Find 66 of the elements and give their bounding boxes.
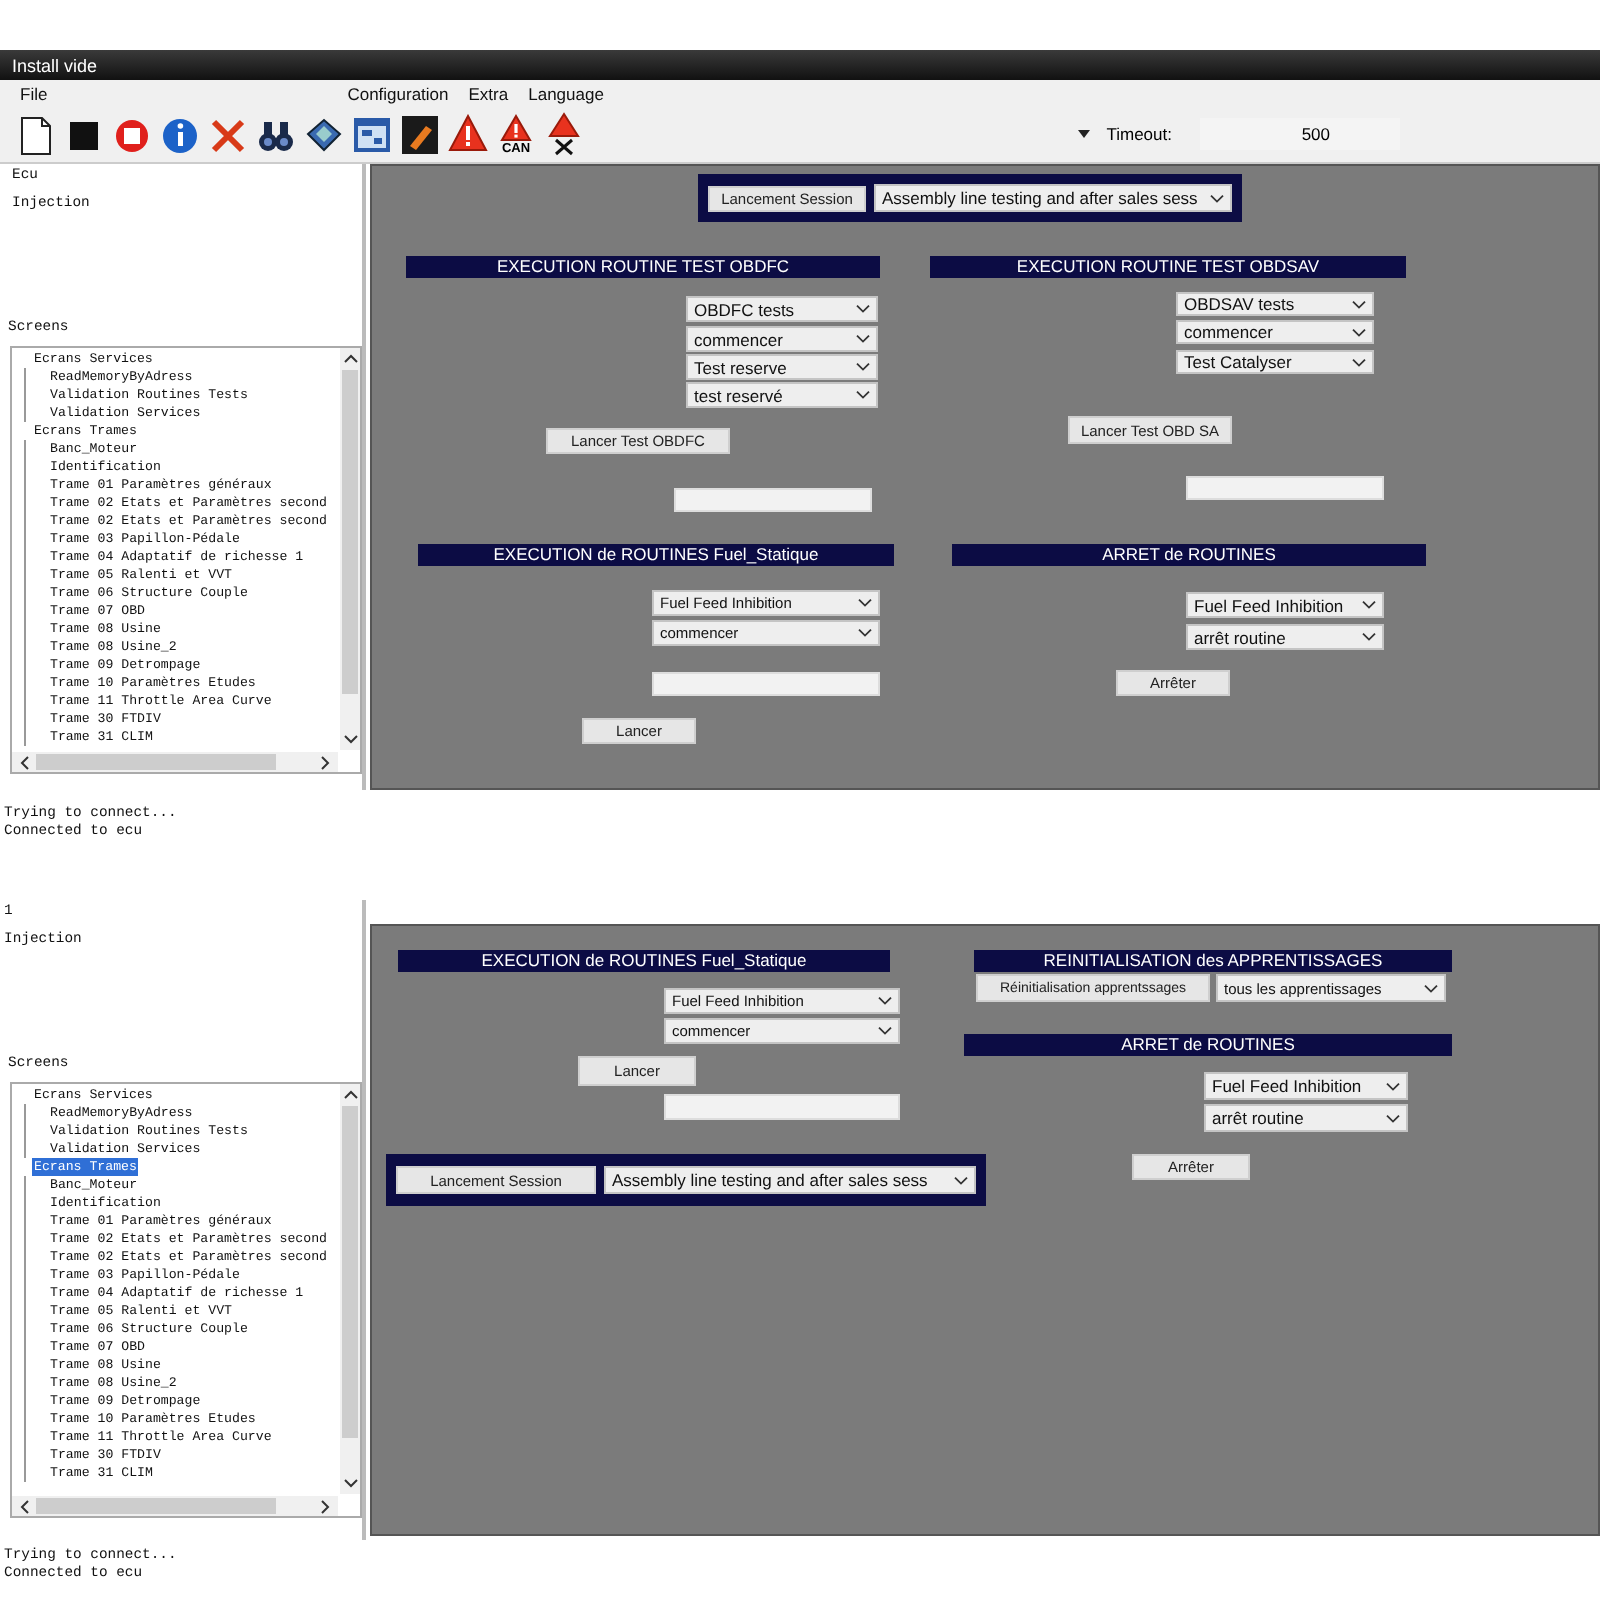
dropdown[interactable]: test reservé (686, 382, 878, 408)
document-icon[interactable] (16, 113, 56, 155)
chevron-icon (878, 1026, 892, 1036)
section-header: EXECUTION de ROUTINES Fuel_Statique (398, 950, 890, 972)
warning-cross-icon[interactable] (544, 112, 584, 156)
scrollbar[interactable] (340, 1084, 360, 1494)
pen-icon[interactable] (400, 113, 440, 155)
scroll-thumb[interactable] (36, 1498, 276, 1514)
dropdown[interactable]: Fuel Feed Inhibition (1186, 592, 1384, 618)
input-field[interactable] (1186, 476, 1384, 500)
chevron-icon (1352, 299, 1366, 309)
input-field[interactable] (652, 672, 880, 696)
menu-item[interactable]: Language (528, 83, 604, 103)
dropdown[interactable]: arrêt routine (1204, 1104, 1408, 1132)
chevron-icon (856, 362, 870, 372)
menu-item[interactable]: File (20, 83, 48, 103)
dropdown[interactable]: Assembly line testing and after sales sess (604, 1166, 976, 1194)
chevron-icon (1352, 357, 1366, 367)
timeout-field[interactable]: 500 (1200, 118, 1400, 150)
chevron-icon (1352, 327, 1366, 337)
chevron-icon (1362, 600, 1376, 610)
info-icon[interactable] (160, 113, 200, 155)
chevron-icon (1424, 983, 1438, 993)
menu-item[interactable]: Configuration (347, 83, 449, 103)
section-header: EXECUTION de ROUTINES Fuel_Statique (418, 544, 894, 566)
dropdown[interactable]: Test Catalyser (1176, 350, 1374, 374)
section-header: REINITIALISATION des APPRENTISSAGES (974, 950, 1452, 972)
warning-icon (496, 113, 536, 141)
dropdown-arrow-icon[interactable] (1078, 130, 1091, 138)
chevron-icon (1362, 632, 1376, 642)
dropdown[interactable]: commencer (1176, 320, 1374, 344)
chevron-icon (856, 304, 870, 314)
scrollbar[interactable] (12, 752, 338, 772)
section-header: ARRET de ROUTINES (964, 1034, 1452, 1056)
window-title: Install vide (12, 55, 98, 75)
input-field[interactable] (674, 488, 872, 512)
dropdown[interactable]: commencer (686, 326, 878, 352)
dropdown[interactable]: Fuel Feed Inhibition (1204, 1072, 1408, 1100)
scroll-thumb[interactable] (36, 754, 276, 770)
chevron-icon (858, 598, 872, 608)
section-header: EXECUTION ROUTINE TEST OBDSAV (930, 256, 1406, 278)
chevron-icon (878, 996, 892, 1006)
section-header: ARRET de ROUTINES (952, 544, 1426, 566)
chevron-icon (1210, 193, 1224, 203)
menu-item[interactable]: Extra (468, 83, 509, 103)
chevron-icon (858, 628, 872, 638)
timeout-label: Timeout: (1106, 124, 1172, 144)
dropdown[interactable]: OBDSAV tests (1176, 292, 1374, 316)
chevron-icon (1386, 1113, 1400, 1123)
chevron-icon (1386, 1081, 1400, 1091)
dropdown[interactable]: arrêt routine (1186, 624, 1384, 650)
warning-icon[interactable] (448, 113, 488, 155)
scroll-thumb[interactable] (342, 370, 358, 694)
scrollbar[interactable] (12, 1496, 338, 1516)
input-field[interactable] (664, 1094, 900, 1120)
chip-icon[interactable] (304, 113, 344, 155)
chevron-icon (954, 1175, 968, 1185)
section-header: EXECUTION ROUTINE TEST OBDFC (406, 256, 880, 278)
scrollbar[interactable] (340, 348, 360, 750)
dropdown[interactable]: Test reserve (686, 354, 878, 380)
chevron-icon (856, 390, 870, 400)
dropdown[interactable]: OBDFC tests (686, 296, 878, 322)
scroll-thumb[interactable] (342, 1106, 358, 1438)
dropdown[interactable]: Assembly line testing and after sales sess (874, 184, 1232, 212)
window-icon[interactable] (352, 113, 392, 155)
chevron-icon (856, 334, 870, 344)
